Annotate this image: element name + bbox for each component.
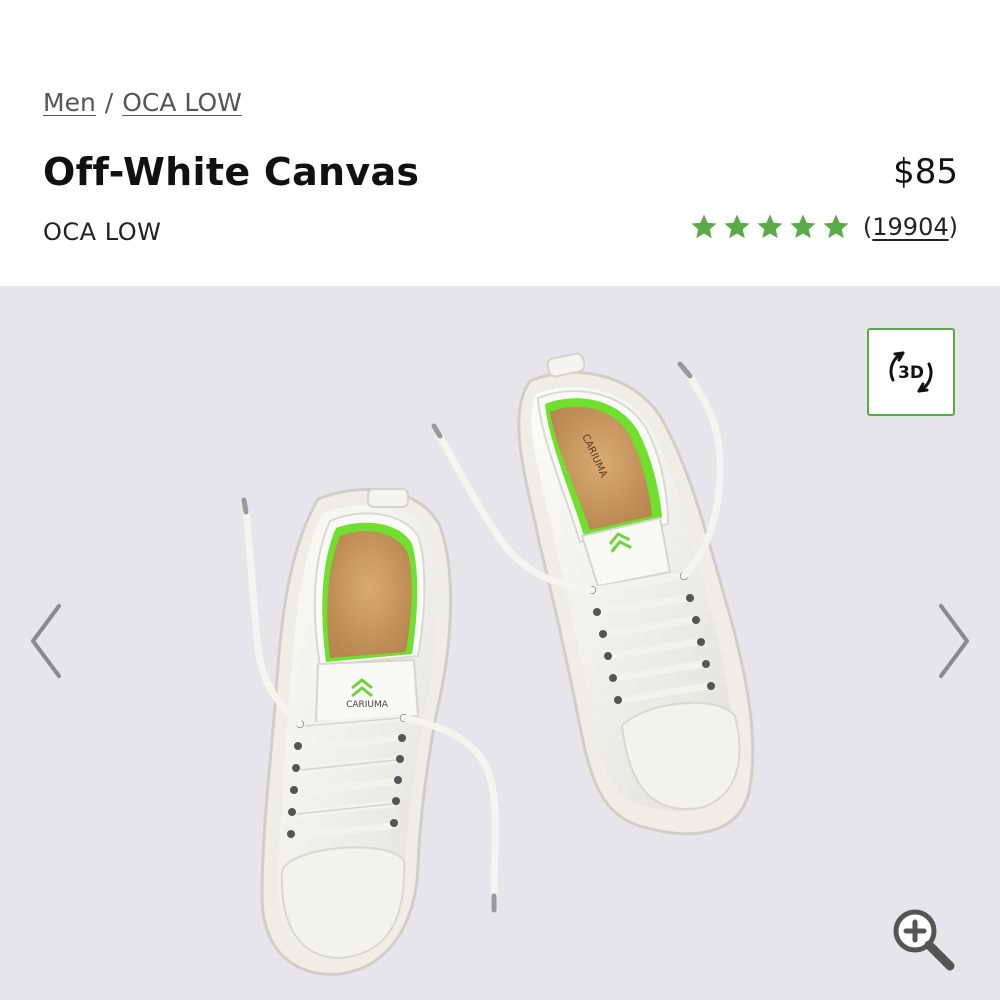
left-shoe: CARIUMA	[241, 488, 499, 976]
product-header: Men / OCA LOW Off-White Canvas OCA LOW $85…	[0, 0, 1000, 286]
zoom-button[interactable]	[888, 904, 958, 974]
rating-stars	[689, 212, 851, 242]
breadcrumb-separator: /	[104, 88, 114, 117]
breadcrumb: Men / OCA LOW	[43, 88, 242, 117]
product-model: OCA LOW	[43, 218, 162, 246]
chevron-left-icon	[31, 604, 61, 678]
star-icon	[691, 214, 717, 239]
tongue-brand-print: CARIUMA	[346, 700, 389, 710]
chevron-right-icon	[939, 604, 969, 678]
product-rating: (19904)	[689, 212, 958, 242]
star-icon	[757, 214, 783, 239]
product-title: Off-White Canvas	[43, 150, 420, 194]
product-price: $85	[893, 152, 958, 192]
view-3d-label: 3D	[898, 363, 924, 383]
next-image-button[interactable]	[935, 596, 975, 686]
product-image: CARIUMA CARIUMA	[241, 352, 755, 976]
product-image-gallery[interactable]: CARIUMA CARIUMA 3D	[0, 286, 1000, 1000]
reviews-count: 19904	[872, 213, 949, 241]
star-icon	[724, 214, 750, 239]
breadcrumb-link-oca-low[interactable]: OCA LOW	[122, 88, 242, 117]
reviews-link[interactable]: (19904)	[863, 213, 958, 241]
previous-image-button[interactable]	[25, 596, 65, 686]
breadcrumb-link-men[interactable]: Men	[43, 88, 96, 117]
star-icon	[823, 214, 849, 239]
view-3d-button[interactable]: 3D	[867, 328, 955, 416]
star-icon	[790, 214, 816, 239]
rotate-3d-icon: 3D	[889, 351, 933, 393]
reviews-open-paren: (	[862, 213, 873, 241]
zoom-in-icon	[893, 909, 955, 971]
reviews-close-paren: )	[948, 213, 958, 241]
